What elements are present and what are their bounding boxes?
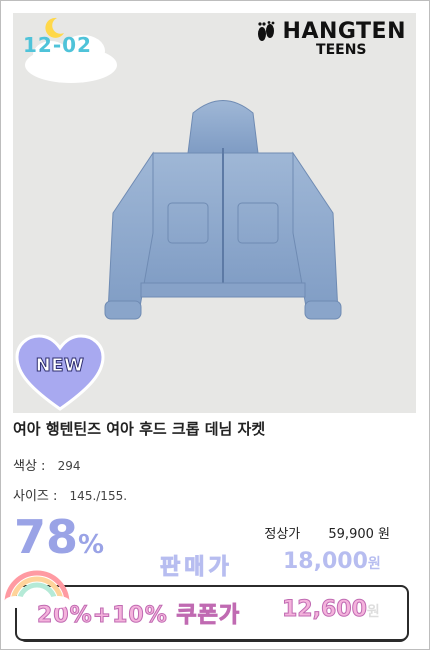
coupon-currency: 원 <box>366 604 380 620</box>
product-image[interactable]: 12-02 HANGTEN TEENS NEW <box>13 13 416 413</box>
product-title[interactable]: 여아 행텐틴즈 여아 후드 크롭 데님 자켓 <box>13 418 265 439</box>
discount-symbol: % <box>78 530 105 560</box>
sale-price-row: 18,000원 <box>283 549 381 574</box>
coupon-price-row: 12,600원 <box>282 597 380 623</box>
new-badge-label: NEW <box>35 355 85 377</box>
brand-name: HANGTEN <box>282 19 406 44</box>
regular-currency: 원 <box>378 527 390 542</box>
size-value: 145./155. <box>69 489 128 503</box>
discount-number: 78 <box>14 510 79 564</box>
regular-label: 정상가 <box>264 527 301 542</box>
regular-price: 59,900 <box>328 527 374 542</box>
date-badge: 12-02 <box>23 33 92 57</box>
footprints-icon <box>257 20 274 41</box>
brand-sub: TEENS <box>316 42 367 58</box>
sale-price: 18,000 <box>283 549 368 574</box>
regular-price-row: 정상가 59,900 원 <box>264 523 390 542</box>
brand-logo: HANGTEN TEENS <box>255 19 406 58</box>
coupon-box[interactable]: 20%+10% 쿠폰가 12,600원 <box>15 585 409 641</box>
new-badge: NEW <box>15 333 105 413</box>
coupon-price: 12,600 <box>282 597 368 623</box>
size-row: 사이즈 : 145./155. <box>13 485 127 504</box>
discount-rate: 78% <box>14 512 104 570</box>
rainbow-icon <box>4 570 70 608</box>
sale-label: 판매가 <box>160 555 233 581</box>
color-row: 색상 : 294 <box>13 455 80 474</box>
color-label: 색상 : <box>13 459 46 474</box>
size-label: 사이즈 : <box>13 489 58 504</box>
color-value: 294 <box>57 459 81 473</box>
jacket-image <box>104 100 342 320</box>
sale-currency: 원 <box>367 556 381 572</box>
